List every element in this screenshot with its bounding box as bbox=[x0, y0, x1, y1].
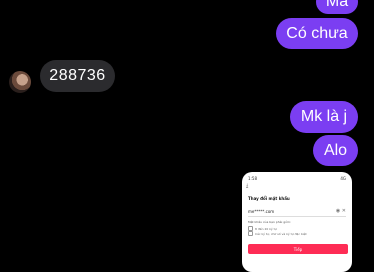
message-text: Alo bbox=[323, 141, 348, 159]
message-outgoing-4[interactable]: Alo bbox=[313, 135, 358, 166]
avatar[interactable] bbox=[9, 71, 31, 93]
checkbox-icon bbox=[248, 231, 253, 236]
email-field-value: me*****.com bbox=[248, 209, 275, 214]
field-controls-icon: ◉ ✕ bbox=[335, 208, 346, 214]
message-outgoing-2[interactable]: Có chưa bbox=[276, 18, 358, 49]
status-network: 4G bbox=[340, 176, 346, 181]
email-field: me*****.com ◉ ✕ bbox=[248, 207, 346, 217]
status-time: 1:58 bbox=[248, 176, 257, 181]
message-text: Mk là j bbox=[300, 108, 348, 125]
password-rule-2: Các ký tự, chữ số và ký tự đặc biệt bbox=[248, 231, 307, 236]
message-incoming-1[interactable]: 288736 bbox=[40, 60, 115, 92]
message-text: Có chưa bbox=[286, 24, 348, 42]
download-icon: ⤓ bbox=[246, 183, 249, 189]
message-outgoing-1[interactable]: Ma bbox=[316, 0, 358, 14]
message-text: 288736 bbox=[49, 67, 106, 84]
message-outgoing-3[interactable]: Mk là j bbox=[290, 101, 358, 133]
rule-text: 8 đến 20 ký tự bbox=[255, 226, 277, 231]
page-title: Thay đổi mật khẩu bbox=[248, 196, 290, 201]
password-hint: Mật khẩu của bạn phải gồm: bbox=[248, 220, 291, 224]
screenshot-attachment[interactable]: 1:58 4G ⤓ Thay đổi mật khẩu me*****.com … bbox=[242, 172, 352, 272]
rule-text: Các ký tự, chữ số và ký tự đặc biệt bbox=[255, 231, 307, 236]
next-button: Tiếp bbox=[248, 244, 348, 254]
status-bar: 1:58 4G bbox=[248, 176, 346, 182]
message-text: Ma bbox=[325, 0, 349, 10]
next-button-label: Tiếp bbox=[293, 246, 303, 252]
